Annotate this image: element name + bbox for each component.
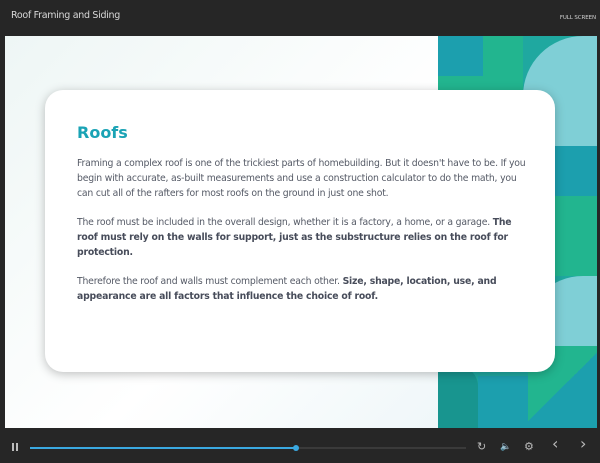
volume-icon[interactable]: 🔈 — [500, 440, 511, 454]
progress-handle[interactable] — [293, 445, 299, 451]
gear-icon[interactable]: ⚙ — [524, 440, 534, 454]
slide: Roofs Framing a complex roof is one of t… — [5, 36, 597, 428]
paragraph-2: The roof must be included in the overall… — [77, 215, 532, 260]
pause-icon[interactable] — [12, 443, 18, 451]
progress-bar[interactable] — [30, 447, 466, 449]
fullscreen-button[interactable]: FULL SCREEN — [560, 15, 596, 21]
progress-fill — [30, 447, 296, 449]
content-card: Roofs Framing a complex roof is one of t… — [45, 90, 555, 372]
top-bar: Roof Framing and Siding FULL SCREEN — [0, 0, 600, 36]
paragraph-text: Framing a complex roof is one of the tri… — [77, 158, 525, 199]
chevron-right-icon[interactable]: › — [580, 437, 586, 451]
chevron-left-icon[interactable]: ‹ — [552, 437, 558, 451]
paragraph-1: Framing a complex roof is one of the tri… — [77, 156, 532, 201]
player-controls: ↻ 🔈 ⚙ ‹ › — [0, 430, 600, 463]
slide-heading: Roofs — [77, 123, 128, 142]
course-title: Roof Framing and Siding — [11, 10, 120, 21]
replay-icon[interactable]: ↻ — [477, 440, 486, 454]
paragraph-text: Therefore the roof and walls must comple… — [77, 276, 343, 287]
paragraph-text: The roof must be included in the overall… — [77, 217, 493, 228]
paragraph-3: Therefore the roof and walls must comple… — [77, 274, 532, 304]
